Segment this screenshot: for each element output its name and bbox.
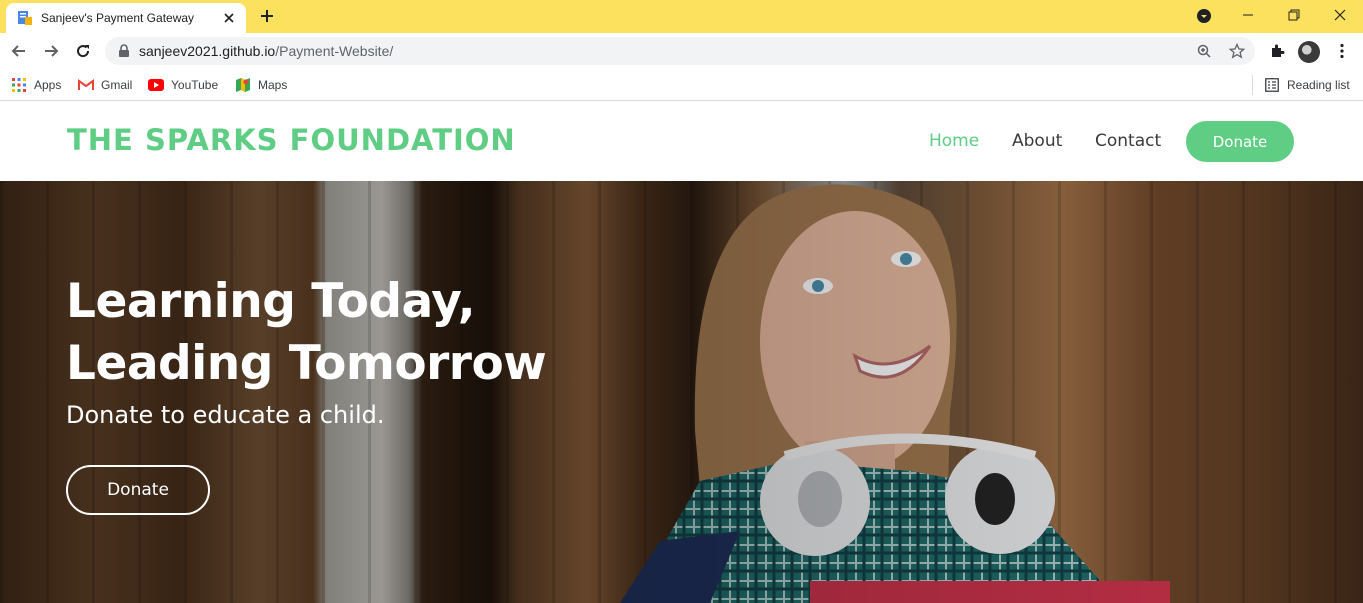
nav-home-link[interactable]: Home [929, 131, 979, 151]
page-icon [18, 11, 32, 25]
forward-icon[interactable] [37, 37, 65, 65]
bookmark-label: Maps [258, 78, 288, 92]
bookmarks-divider [1252, 75, 1253, 95]
url-domain: sanjeev2021.github.io [139, 43, 276, 59]
bookmarks-bar: Apps Gmail YouTube Maps Reading list [0, 70, 1363, 101]
new-tab-icon[interactable] [256, 5, 278, 27]
reading-list-button[interactable]: Reading list [1264, 75, 1350, 95]
bookmark-apps[interactable]: Apps [11, 75, 61, 95]
hero-subtitle: Donate to educate a child. [66, 401, 385, 429]
bookmark-label: Gmail [101, 78, 133, 92]
bookmark-star-icon[interactable] [1228, 42, 1246, 60]
hero-title-line-1: Learning Today, [66, 274, 476, 329]
gmail-icon [78, 77, 94, 93]
site-brand[interactable]: THE SPARKS FOUNDATION [67, 123, 516, 157]
tab-strip: Sanjeev's Payment Gateway [0, 0, 1363, 33]
bookmark-gmail[interactable]: Gmail [78, 75, 132, 95]
maps-icon [235, 77, 251, 93]
youtube-icon [148, 77, 164, 93]
back-icon[interactable] [5, 37, 33, 65]
browser-toolbar: sanjeev2021.github.io/Payment-Website/ [0, 33, 1363, 70]
hero-section: Learning Today, Leading Tomorrow Donate … [0, 181, 1363, 603]
nav-donate-button[interactable]: Donate [1186, 121, 1294, 162]
bookmark-label: YouTube [171, 78, 219, 92]
zoom-icon[interactable] [1195, 42, 1213, 60]
restore-icon[interactable] [1271, 0, 1317, 30]
hero-title-line-2: Leading Tomorrow [66, 336, 547, 391]
extensions-icon[interactable] [1266, 40, 1288, 62]
lock-icon [119, 44, 129, 57]
close-window-icon[interactable] [1317, 0, 1363, 30]
address-bar[interactable]: sanjeev2021.github.io/Payment-Website/ [105, 37, 1255, 65]
apps-grid-icon [11, 77, 27, 93]
reading-list-icon [1264, 77, 1280, 93]
reading-list-label: Reading list [1287, 78, 1350, 92]
site-navbar: THE SPARKS FOUNDATION Home About Contact… [0, 102, 1363, 181]
more-menu-icon[interactable] [1331, 40, 1353, 62]
hero-title: Learning Today, Leading Tomorrow [66, 271, 547, 395]
nav-contact-link[interactable]: Contact [1095, 131, 1161, 151]
active-tab[interactable]: Sanjeev's Payment Gateway [6, 3, 246, 33]
bookmark-maps[interactable]: Maps [235, 75, 287, 95]
url-text: sanjeev2021.github.io/Payment-Website/ [139, 43, 393, 59]
bookmark-label: Apps [34, 78, 62, 92]
bookmark-youtube[interactable]: YouTube [148, 75, 218, 95]
reload-icon[interactable] [69, 37, 97, 65]
url-path: /Payment-Website/ [275, 43, 394, 59]
tab-title: Sanjeev's Payment Gateway [41, 11, 195, 25]
profile-avatar[interactable] [1298, 41, 1320, 63]
hero-donate-button[interactable]: Donate [66, 465, 210, 515]
minimize-icon[interactable] [1225, 0, 1271, 30]
close-tab-icon[interactable] [220, 9, 238, 27]
nav-about-link[interactable]: About [1012, 131, 1062, 151]
tab-search-icon[interactable] [1194, 6, 1214, 26]
